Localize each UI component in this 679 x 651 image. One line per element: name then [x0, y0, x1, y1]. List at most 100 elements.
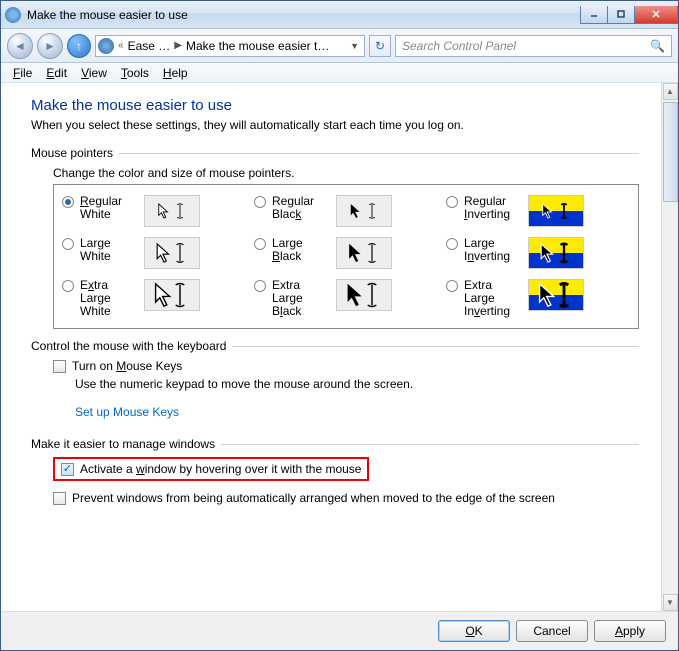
radio-label: Large Inverting [464, 237, 522, 263]
checkbox-prevent-auto-arrange[interactable]: Prevent windows from being automatically… [53, 491, 639, 505]
scroll-up-button[interactable]: ▲ [663, 83, 678, 100]
radio-regular-black[interactable]: Regular Black [254, 195, 438, 227]
vertical-scrollbar[interactable]: ▲ ▼ [661, 83, 678, 611]
checkbox-label: Prevent windows from being automatically… [72, 491, 555, 505]
radio-regular-inverting[interactable]: Regular Inverting [446, 195, 630, 227]
highlight-box: Activate a window by hovering over it wi… [53, 457, 369, 481]
control-panel-icon [5, 7, 21, 23]
radio-label: Extra Large White [80, 279, 138, 318]
pointer-swatch [144, 279, 200, 311]
pointer-options-grid: Regular White Regular Black [53, 184, 639, 329]
client-area: Make the mouse easier to use When you se… [1, 83, 678, 611]
pointer-swatch [336, 279, 392, 311]
location-icon [98, 38, 114, 54]
radio-large-black[interactable]: Large Black [254, 237, 438, 269]
titlebar: Make the mouse easier to use [1, 1, 678, 29]
refresh-button[interactable]: ↻ [369, 35, 391, 57]
minimize-button[interactable] [580, 6, 608, 24]
radio-icon [62, 280, 74, 292]
checkbox-icon [61, 463, 74, 476]
radio-extra-large-inverting[interactable]: Extra Large Inverting [446, 279, 630, 318]
menu-file[interactable]: File [7, 65, 38, 81]
radio-large-white[interactable]: Large White [62, 237, 246, 269]
close-button[interactable] [634, 6, 678, 24]
divider [119, 153, 639, 154]
radio-regular-white[interactable]: Regular White [62, 195, 246, 227]
radio-label: Regular Black [272, 195, 330, 221]
pointer-swatch [144, 195, 200, 227]
section-mouse-pointers: Mouse pointers [31, 146, 639, 160]
chevron-icon: « [118, 40, 124, 51]
radio-extra-large-white[interactable]: Extra Large White [62, 279, 246, 318]
back-button[interactable]: ◄ [7, 33, 33, 59]
search-input[interactable]: Search Control Panel 🔍 [395, 35, 672, 57]
up-button[interactable]: ↑ [67, 34, 91, 58]
radio-icon [254, 196, 266, 208]
nav-toolbar: ◄ ► ↑ « Ease … ▶ Make the mouse easier t… [1, 29, 678, 63]
scroll-thumb[interactable] [663, 102, 678, 202]
forward-button[interactable]: ► [37, 33, 63, 59]
checkbox-activate-on-hover[interactable]: Activate a window by hovering over it wi… [61, 462, 361, 476]
pointer-swatch [336, 195, 392, 227]
link-setup-mouse-keys[interactable]: Set up Mouse Keys [75, 405, 639, 419]
ok-button[interactable]: OK [438, 620, 510, 642]
radio-label: Large White [80, 237, 138, 263]
apply-button[interactable]: Apply [594, 620, 666, 642]
radio-icon [254, 280, 266, 292]
radio-icon [446, 280, 458, 292]
section-keyboard: Control the mouse with the keyboard [31, 339, 639, 353]
window-buttons [581, 6, 678, 24]
menu-help[interactable]: Help [157, 65, 194, 81]
checkbox-label: Turn on Mouse Keys [72, 359, 182, 373]
radio-extra-large-black[interactable]: Extra Large Black [254, 279, 438, 318]
divider [221, 444, 639, 445]
window-title: Make the mouse easier to use [27, 8, 188, 22]
menu-view[interactable]: View [75, 65, 113, 81]
section-label: Control the mouse with the keyboard [31, 339, 226, 353]
pointer-swatch [528, 237, 584, 269]
checkbox-label: Activate a window by hovering over it wi… [80, 462, 361, 476]
content-pane: Make the mouse easier to use When you se… [1, 83, 661, 611]
menu-bar: File Edit View Tools Help [1, 63, 678, 83]
checkbox-mouse-keys[interactable]: Turn on Mouse Keys [53, 359, 639, 373]
page-subtitle: When you select these settings, they wil… [31, 118, 639, 132]
section-label: Make it easier to manage windows [31, 437, 215, 451]
pointer-swatch [144, 237, 200, 269]
radio-label: Extra Large Inverting [464, 279, 522, 318]
section-label: Mouse pointers [31, 146, 113, 160]
search-placeholder: Search Control Panel [402, 39, 516, 53]
pointer-swatch [528, 195, 584, 227]
radio-icon [254, 238, 266, 250]
divider [232, 346, 639, 347]
radio-label: Regular White [80, 195, 138, 221]
radio-label: Extra Large Black [272, 279, 330, 318]
radio-icon [62, 238, 74, 250]
checkbox-icon [53, 360, 66, 373]
search-icon: 🔍 [650, 39, 665, 53]
breadcrumb-1[interactable]: Ease … [128, 39, 171, 53]
chevron-right-icon: ▶ [174, 40, 182, 51]
scroll-down-button[interactable]: ▼ [663, 594, 678, 611]
page-title: Make the mouse easier to use [31, 97, 639, 114]
address-dropdown-icon[interactable]: ▼ [347, 41, 362, 51]
checkbox-icon [53, 492, 66, 505]
radio-icon [446, 196, 458, 208]
radio-label: Large Black [272, 237, 330, 263]
window-frame: Make the mouse easier to use ◄ ► ↑ « Eas… [0, 0, 679, 651]
breadcrumb-2[interactable]: Make the mouse easier t… [186, 39, 329, 53]
radio-label: Regular Inverting [464, 195, 522, 221]
pointer-swatch [336, 237, 392, 269]
radio-icon [446, 238, 458, 250]
pointers-desc: Change the color and size of mouse point… [53, 166, 639, 180]
cancel-button[interactable]: Cancel [516, 620, 588, 642]
menu-edit[interactable]: Edit [40, 65, 73, 81]
radio-large-inverting[interactable]: Large Inverting [446, 237, 630, 269]
pointer-swatch [528, 279, 584, 311]
address-bar[interactable]: « Ease … ▶ Make the mouse easier t… ▼ [95, 35, 365, 57]
dialog-buttons: OK Cancel Apply [1, 611, 678, 650]
menu-tools[interactable]: Tools [115, 65, 155, 81]
maximize-button[interactable] [607, 6, 635, 24]
radio-icon [62, 196, 74, 208]
mouse-keys-desc: Use the numeric keypad to move the mouse… [75, 377, 639, 391]
section-manage-windows: Make it easier to manage windows [31, 437, 639, 451]
